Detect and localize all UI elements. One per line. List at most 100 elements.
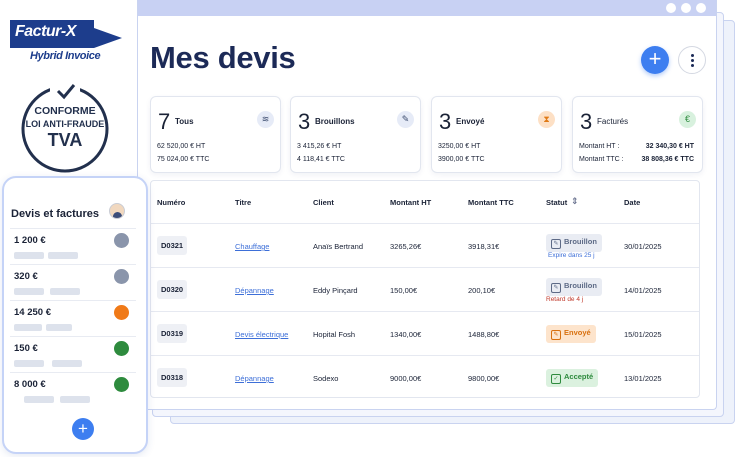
amount-ht: 3265,26€ bbox=[390, 242, 422, 251]
placeholder-bar bbox=[60, 396, 90, 403]
stat-label: Facturés bbox=[597, 117, 629, 126]
stat-ttc-value: 38 808,36 € TTC bbox=[641, 156, 694, 163]
list-item[interactable]: 14 250 € bbox=[10, 300, 136, 336]
quote-title-link[interactable]: Dépannage bbox=[235, 286, 274, 295]
placeholder-bar bbox=[48, 252, 78, 259]
edit-icon: ✎ bbox=[551, 283, 561, 293]
amount-ht: 1340,00€ bbox=[390, 330, 422, 339]
status-dot-icon bbox=[114, 305, 129, 320]
stat-count: 3 bbox=[439, 109, 452, 134]
placeholder-bar bbox=[50, 288, 80, 295]
item-amount: 1 200 € bbox=[14, 235, 46, 246]
avatar[interactable] bbox=[109, 203, 125, 219]
status-note: Expire dans 25 j bbox=[548, 252, 595, 259]
amount-ttc: 200,10€ bbox=[468, 286, 496, 295]
stat-count: 3 bbox=[298, 109, 311, 134]
stat-card-all[interactable]: 7 Tous ≋ 62 520,00 € HT 75 024,00 € TTC bbox=[150, 96, 281, 173]
column-header-status[interactable]: Statut bbox=[546, 198, 567, 207]
status-dot-icon bbox=[114, 341, 129, 356]
stat-card-sent[interactable]: 3 Envoyé ⧗ 3250,00 € HT 3900,00 € TTC bbox=[431, 96, 562, 173]
status-badge: ✎ Envoyé bbox=[546, 325, 596, 343]
stat-total-ht: 3 415,26 € HT bbox=[297, 143, 342, 150]
stat-total-ttc: 75 024,00 € TTC bbox=[157, 156, 210, 163]
column-header[interactable]: Client bbox=[313, 198, 334, 207]
status-badge: ✓ Accepté bbox=[546, 369, 599, 387]
add-document-button[interactable]: + bbox=[72, 418, 94, 440]
facturx-logo-title: Factur-X bbox=[15, 23, 76, 40]
amount-ttc: 9800,00€ bbox=[468, 374, 500, 383]
column-header[interactable]: Date bbox=[624, 198, 640, 207]
sort-icon[interactable]: ⇕ bbox=[571, 196, 579, 207]
quote-title-link[interactable]: Devis électrique bbox=[235, 330, 288, 339]
client-name: Hopital Fosh bbox=[313, 330, 356, 339]
stat-total-ht: 62 520,00 € HT bbox=[157, 143, 206, 150]
stat-total-ttc: 3900,00 € TTC bbox=[438, 156, 485, 163]
list-item[interactable]: 1 200 € bbox=[10, 228, 136, 264]
hourglass-icon: ⧗ bbox=[538, 111, 555, 128]
anti-fraud-seal: CONFORME LOI ANTI-FRAUDE TVA bbox=[21, 84, 109, 173]
table-row[interactable]: D0318 Dépannage Sodexo 9000,00€ 9800,00€… bbox=[151, 355, 699, 399]
window-dot-icon[interactable] bbox=[696, 3, 706, 13]
column-header[interactable]: Numéro bbox=[157, 198, 185, 207]
quote-date: 30/01/2025 bbox=[624, 242, 662, 251]
check-icon: ✓ bbox=[551, 374, 561, 384]
edit-icon: ✎ bbox=[397, 111, 414, 128]
window-dot-icon[interactable] bbox=[681, 3, 691, 13]
list-item[interactable]: 320 € bbox=[10, 264, 136, 300]
status-badge: ✎ Brouillon bbox=[546, 234, 602, 252]
column-header[interactable]: Montant TTC bbox=[468, 198, 514, 207]
layers-icon: ≋ bbox=[257, 111, 274, 128]
column-header[interactable]: Titre bbox=[235, 198, 251, 207]
facturx-logo-subtitle: Hybrid Invoice bbox=[30, 50, 101, 62]
placeholder-bar bbox=[14, 252, 44, 259]
stat-count: 3 bbox=[580, 109, 593, 134]
stat-total-ht: 3250,00 € HT bbox=[438, 143, 481, 150]
status-dot-icon bbox=[114, 233, 129, 248]
more-options-button[interactable] bbox=[678, 46, 706, 74]
stat-ht-value: 32 340,30 € HT bbox=[645, 143, 694, 150]
seal-line-1: CONFORME bbox=[34, 105, 95, 117]
table-row[interactable]: D0319 Devis électrique Hopital Fosh 1340… bbox=[151, 311, 699, 355]
list-item[interactable]: 8 000 € bbox=[10, 372, 136, 408]
amount-ttc: 1488,80€ bbox=[468, 330, 500, 339]
window-titlebar bbox=[138, 0, 716, 16]
quote-number: D0321 bbox=[157, 236, 188, 255]
placeholder-bar bbox=[14, 288, 44, 295]
status-dot-icon bbox=[114, 377, 129, 392]
stat-label: Brouillons bbox=[315, 117, 355, 126]
edit-icon: ✎ bbox=[551, 330, 561, 340]
table-row[interactable]: D0321 Chauffage Anaïs Bertrand 3265,26€ … bbox=[151, 223, 699, 267]
quotes-table: Numéro Titre Client Montant HT Montant T… bbox=[150, 180, 700, 398]
more-vertical-icon bbox=[691, 54, 694, 57]
list-item[interactable]: 150 € bbox=[10, 336, 136, 372]
stat-count: 7 bbox=[158, 109, 171, 134]
placeholder-bar bbox=[14, 324, 42, 331]
seal-line-3: TVA bbox=[48, 130, 83, 150]
status-label: Accepté bbox=[564, 372, 594, 381]
stat-label: Envoyé bbox=[456, 117, 485, 126]
quote-title-link[interactable]: Dépannage bbox=[235, 374, 274, 383]
table-row[interactable]: D0320 Dépannage Eddy Pinçard 150,00€ 200… bbox=[151, 267, 699, 311]
item-amount: 8 000 € bbox=[14, 379, 46, 390]
more-vertical-icon bbox=[691, 64, 694, 67]
add-quote-button[interactable]: + bbox=[641, 46, 669, 74]
edit-icon: ✎ bbox=[551, 239, 561, 249]
quote-number: D0320 bbox=[157, 280, 188, 299]
stat-card-drafts[interactable]: 3 Brouillons ✎ 3 415,26 € HT 4 118,41 € … bbox=[290, 96, 421, 173]
status-dot-icon bbox=[114, 269, 129, 284]
more-vertical-icon bbox=[691, 59, 694, 62]
column-header[interactable]: Montant HT bbox=[390, 198, 431, 207]
item-amount: 150 € bbox=[14, 343, 38, 354]
client-name: Anaïs Bertrand bbox=[313, 242, 364, 251]
window-dot-icon[interactable] bbox=[666, 3, 676, 13]
client-name: Eddy Pinçard bbox=[313, 286, 358, 295]
quote-number: D0319 bbox=[157, 324, 188, 343]
quote-title-link[interactable]: Chauffage bbox=[235, 242, 269, 251]
placeholder-bar bbox=[14, 360, 44, 367]
stat-card-invoiced[interactable]: 3 Facturés € Montant HT : 32 340,30 € HT… bbox=[572, 96, 703, 173]
status-label: Brouillon bbox=[564, 281, 597, 290]
stat-ttc-label: Montant TTC : bbox=[579, 156, 624, 163]
stat-ht-label: Montant HT : bbox=[579, 143, 620, 150]
quote-date: 14/01/2025 bbox=[624, 286, 662, 295]
quote-date: 13/01/2025 bbox=[624, 374, 662, 383]
